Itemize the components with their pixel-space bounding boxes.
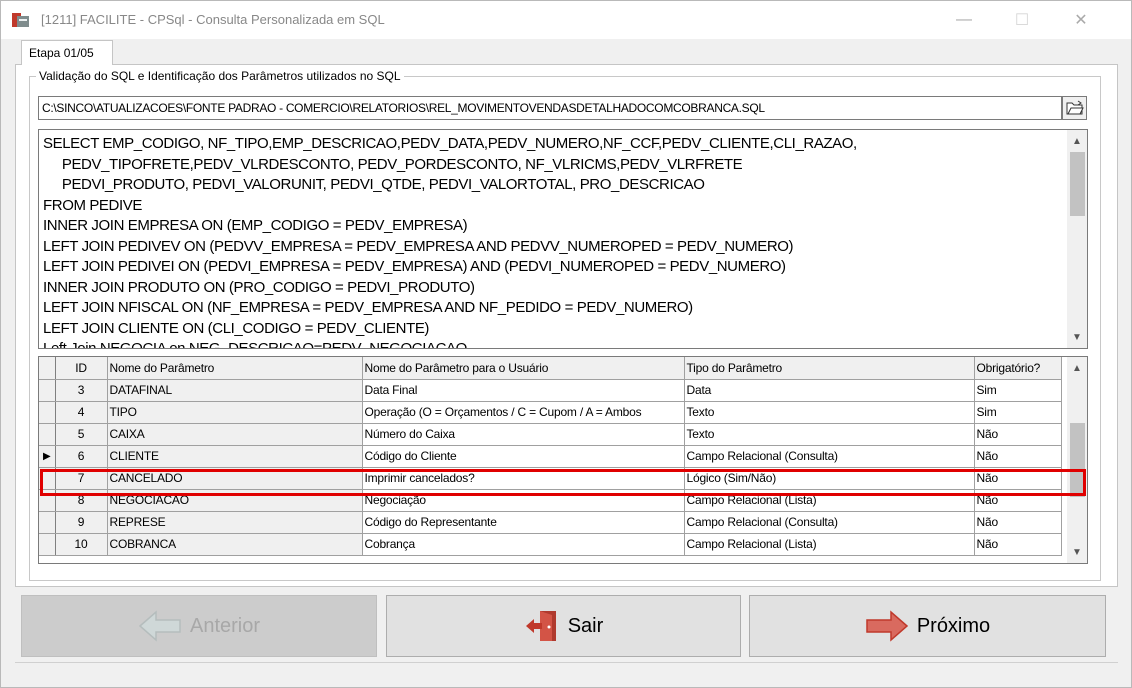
table-row-current[interactable]: ▶ 6 CLIENTE Código do Cliente Campo Rela… <box>39 445 1062 468</box>
tab-etapa[interactable]: Etapa 01/05 <box>21 40 113 65</box>
status-bar <box>15 662 1118 684</box>
row-indicator <box>39 379 56 402</box>
cell-id[interactable]: 6 <box>55 445 108 468</box>
cell-nome[interactable]: TIPO <box>107 401 363 424</box>
table-header-row: ID Nome do Parâmetro Nome do Parâmetro p… <box>39 357 1062 380</box>
cell-nome[interactable]: CAIXA <box>107 423 363 446</box>
scroll-thumb[interactable] <box>1070 152 1085 216</box>
next-button[interactable]: Próximo <box>749 595 1106 657</box>
cell-nome[interactable]: REPRESE <box>107 511 363 534</box>
sql-scrollbar[interactable]: ▲ ▼ <box>1067 130 1087 348</box>
cell-nome-usuario[interactable]: Cobrança <box>362 533 685 556</box>
row-indicator <box>39 533 56 556</box>
arrow-right-icon <box>866 610 908 642</box>
column-header-nome-usuario[interactable]: Nome do Parâmetro para o Usuário <box>362 357 685 380</box>
cell-nome-usuario[interactable]: Data Final <box>362 379 685 402</box>
cell-id[interactable]: 10 <box>55 533 108 556</box>
cell-obrigatorio[interactable]: Não <box>974 533 1062 556</box>
row-indicator <box>39 423 56 446</box>
previous-button[interactable]: Anterior <box>21 595 377 657</box>
column-header-tipo[interactable]: Tipo do Parâmetro <box>684 357 975 380</box>
cell-id[interactable]: 4 <box>55 401 108 424</box>
cell-tipo[interactable]: Data <box>684 379 975 402</box>
exit-button-label: Sair <box>567 614 604 637</box>
exit-door-icon <box>525 611 556 641</box>
row-indicator-header <box>39 357 56 380</box>
table-row[interactable]: 5 CAIXA Número do Caixa Texto Não <box>39 423 1062 446</box>
row-indicator <box>39 401 56 424</box>
cell-nome-usuario[interactable]: Imprimir cancelados? <box>362 467 685 490</box>
cell-id[interactable]: 3 <box>55 379 108 402</box>
cell-nome[interactable]: NEGOCIACAO <box>107 489 363 512</box>
cell-id[interactable]: 8 <box>55 489 108 512</box>
window-title: [1211] FACILITE - CPSql - Consulta Perso… <box>41 12 385 27</box>
cell-obrigatorio[interactable]: Sim <box>974 401 1062 424</box>
table-row[interactable]: 4 TIPO Operação (O = Orçamentos / C = Cu… <box>39 401 1062 424</box>
arrow-left-icon <box>138 610 181 642</box>
sql-file-path-field[interactable]: C:\SINCO\ATUALIZACOES\FONTE PADRAO - COM… <box>38 96 1062 120</box>
cell-obrigatorio[interactable]: Sim <box>974 379 1062 402</box>
cell-nome-usuario[interactable]: Negociação <box>362 489 685 512</box>
minimize-button[interactable]: — <box>941 1 987 39</box>
cell-nome-usuario[interactable]: Operação (O = Orçamentos / C = Cupom / A… <box>362 401 685 424</box>
cell-obrigatorio[interactable]: Não <box>974 445 1062 468</box>
folder-open-icon <box>1066 100 1084 115</box>
cell-nome[interactable]: DATAFINAL <box>107 379 363 402</box>
scroll-down-icon[interactable]: ▼ <box>1067 543 1087 561</box>
title-bar: [1211] FACILITE - CPSql - Consulta Perso… <box>1 1 1131 39</box>
column-header-obrigatorio[interactable]: Obrigatório? <box>974 357 1062 380</box>
cell-obrigatorio[interactable]: Não <box>974 467 1062 490</box>
cell-tipo[interactable]: Campo Relacional (Lista) <box>684 489 975 512</box>
row-indicator: ▶ <box>39 445 56 468</box>
table-row[interactable]: 7 CANCELADO Imprimir cancelados? Lógico … <box>39 467 1062 490</box>
main-window: [1211] FACILITE - CPSql - Consulta Perso… <box>0 0 1132 688</box>
cell-tipo[interactable]: Campo Relacional (Consulta) <box>684 445 975 468</box>
cell-id[interactable]: 9 <box>55 511 108 534</box>
previous-button-label: Anterior <box>189 614 261 637</box>
cell-obrigatorio[interactable]: Não <box>974 489 1062 512</box>
row-indicator <box>39 489 56 512</box>
close-button[interactable]: ✕ <box>1058 1 1104 39</box>
cell-tipo[interactable]: Texto <box>684 401 975 424</box>
table-row[interactable]: 3 DATAFINAL Data Final Data Sim <box>39 379 1062 402</box>
cell-nome[interactable]: COBRANCA <box>107 533 363 556</box>
scroll-up-icon[interactable]: ▲ <box>1067 132 1087 150</box>
column-header-id[interactable]: ID <box>55 357 108 380</box>
grid-scrollbar[interactable]: ▲ ▼ <box>1067 357 1087 563</box>
scroll-thumb[interactable] <box>1070 423 1085 497</box>
cell-obrigatorio[interactable]: Não <box>974 511 1062 534</box>
cell-nome-usuario[interactable]: Código do Cliente <box>362 445 685 468</box>
table-row[interactable]: 9 REPRESE Código do Representante Campo … <box>39 511 1062 534</box>
scroll-up-icon[interactable]: ▲ <box>1067 359 1087 377</box>
parameters-table: ID Nome do Parâmetro Nome do Parâmetro p… <box>39 357 1062 556</box>
maximize-button[interactable]: ☐ <box>999 1 1045 39</box>
cell-obrigatorio[interactable]: Não <box>974 423 1062 446</box>
sql-editor[interactable]: SELECT EMP_CODIGO, NF_TIPO,EMP_DESCRICAO… <box>38 129 1088 349</box>
cell-nome-usuario[interactable]: Número do Caixa <box>362 423 685 446</box>
open-file-button[interactable] <box>1062 96 1087 120</box>
column-header-nome[interactable]: Nome do Parâmetro <box>107 357 363 380</box>
scroll-down-icon[interactable]: ▼ <box>1067 328 1087 346</box>
cell-id[interactable]: 7 <box>55 467 108 490</box>
cell-id[interactable]: 5 <box>55 423 108 446</box>
table-row[interactable]: 10 COBRANCA Cobrança Campo Relacional (L… <box>39 533 1062 556</box>
exit-button[interactable]: Sair <box>386 595 741 657</box>
cell-nome-usuario[interactable]: Código do Representante <box>362 511 685 534</box>
row-indicator <box>39 511 56 534</box>
cell-tipo[interactable]: Campo Relacional (Consulta) <box>684 511 975 534</box>
cell-nome[interactable]: CLIENTE <box>107 445 363 468</box>
cell-tipo[interactable]: Campo Relacional (Lista) <box>684 533 975 556</box>
cell-tipo[interactable]: Texto <box>684 423 975 446</box>
parameters-grid: ID Nome do Parâmetro Nome do Parâmetro p… <box>38 356 1088 564</box>
cell-tipo[interactable]: Lógico (Sim/Não) <box>684 467 975 490</box>
group-label: Validação do SQL e Identificação dos Par… <box>36 69 404 83</box>
sql-text: SELECT EMP_CODIGO, NF_TIPO,EMP_DESCRICAO… <box>43 135 857 349</box>
app-logo-icon <box>12 13 29 27</box>
row-indicator <box>39 467 56 490</box>
cell-nome[interactable]: CANCELADO <box>107 467 363 490</box>
next-button-label: Próximo <box>916 614 991 637</box>
table-row[interactable]: 8 NEGOCIACAO Negociação Campo Relacional… <box>39 489 1062 512</box>
